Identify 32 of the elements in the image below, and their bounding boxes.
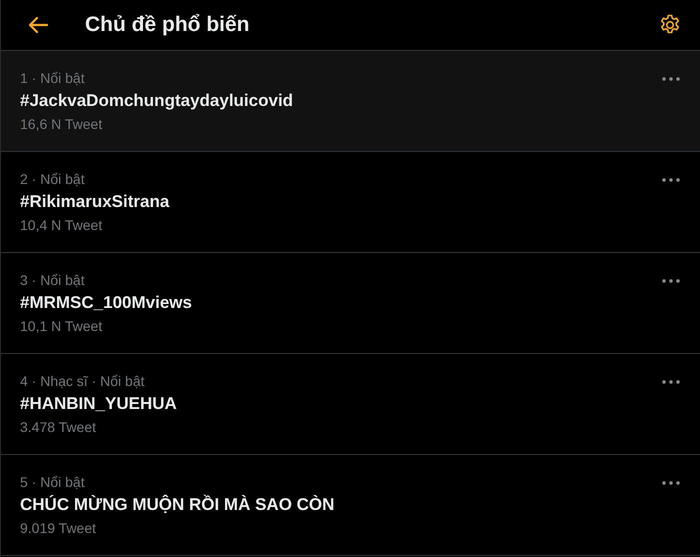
more-icon	[662, 380, 680, 384]
more-button[interactable]	[662, 277, 680, 285]
tweet-count: 10,1 N Tweet	[20, 317, 104, 335]
more-icon	[662, 481, 680, 485]
trend-name: #RikimaruxSitrana	[20, 192, 170, 212]
trend-context: 1 · Nổi bật	[20, 69, 86, 87]
more-button[interactable]	[662, 176, 680, 184]
trend-name: #HANBIN_YUEHUA	[20, 394, 177, 414]
tweet-count: 16,6 N Tweet	[20, 115, 104, 133]
more-icon	[662, 178, 680, 182]
more-icon	[662, 279, 680, 283]
tweet-count: 3.478 Tweet	[20, 418, 98, 436]
trend-context: 2 · Nổi bật	[20, 170, 86, 188]
page-title: Chủ đề phổ biến	[85, 13, 250, 37]
trend-name: #JackvaDomchungtaydayluicovid	[20, 91, 294, 111]
trend-item[interactable]: 5 · Nổi bật CHÚC MỪNG MUỘN RỒI MÀ SAO CÒN 9.019 Tweet	[1, 455, 700, 556]
tweet-count: 9.019 Tweet	[20, 519, 98, 537]
trend-item[interactable]: 3 · Nổi bật #MRMSC_100Mviews 10,1 N Tweet	[1, 253, 700, 354]
back-arrow-icon	[27, 16, 49, 34]
trend-item[interactable]: 4 · Nhạc sĩ · Nổi bật #HANBIN_YUEHUA 3.478 Tweet	[1, 354, 700, 455]
more-button[interactable]	[662, 378, 680, 386]
trend-item[interactable]: 2 · Nổi bật #RikimaruxSitrana 10,4 N Tweet	[1, 152, 700, 253]
more-button[interactable]	[662, 479, 680, 487]
trend-name: #MRMSC_100Mviews	[20, 293, 192, 313]
more-icon	[662, 77, 680, 81]
trend-context: 4 · Nhạc sĩ · Nổi bật	[20, 372, 146, 390]
trend-item[interactable]: 1 · Nổi bật #JackvaDomchungtaydayluicovid 16,6 N Tweet	[1, 51, 700, 152]
more-button[interactable]	[662, 75, 680, 83]
trend-name: CHÚC MỪNG MUỘN RỒI MÀ SAO CÒN	[20, 495, 334, 515]
tweet-count: 10,4 N Tweet	[20, 216, 104, 234]
trend-context: 3 · Nổi bật	[20, 271, 86, 289]
trend-context: 5 · Nổi bật	[20, 473, 86, 491]
